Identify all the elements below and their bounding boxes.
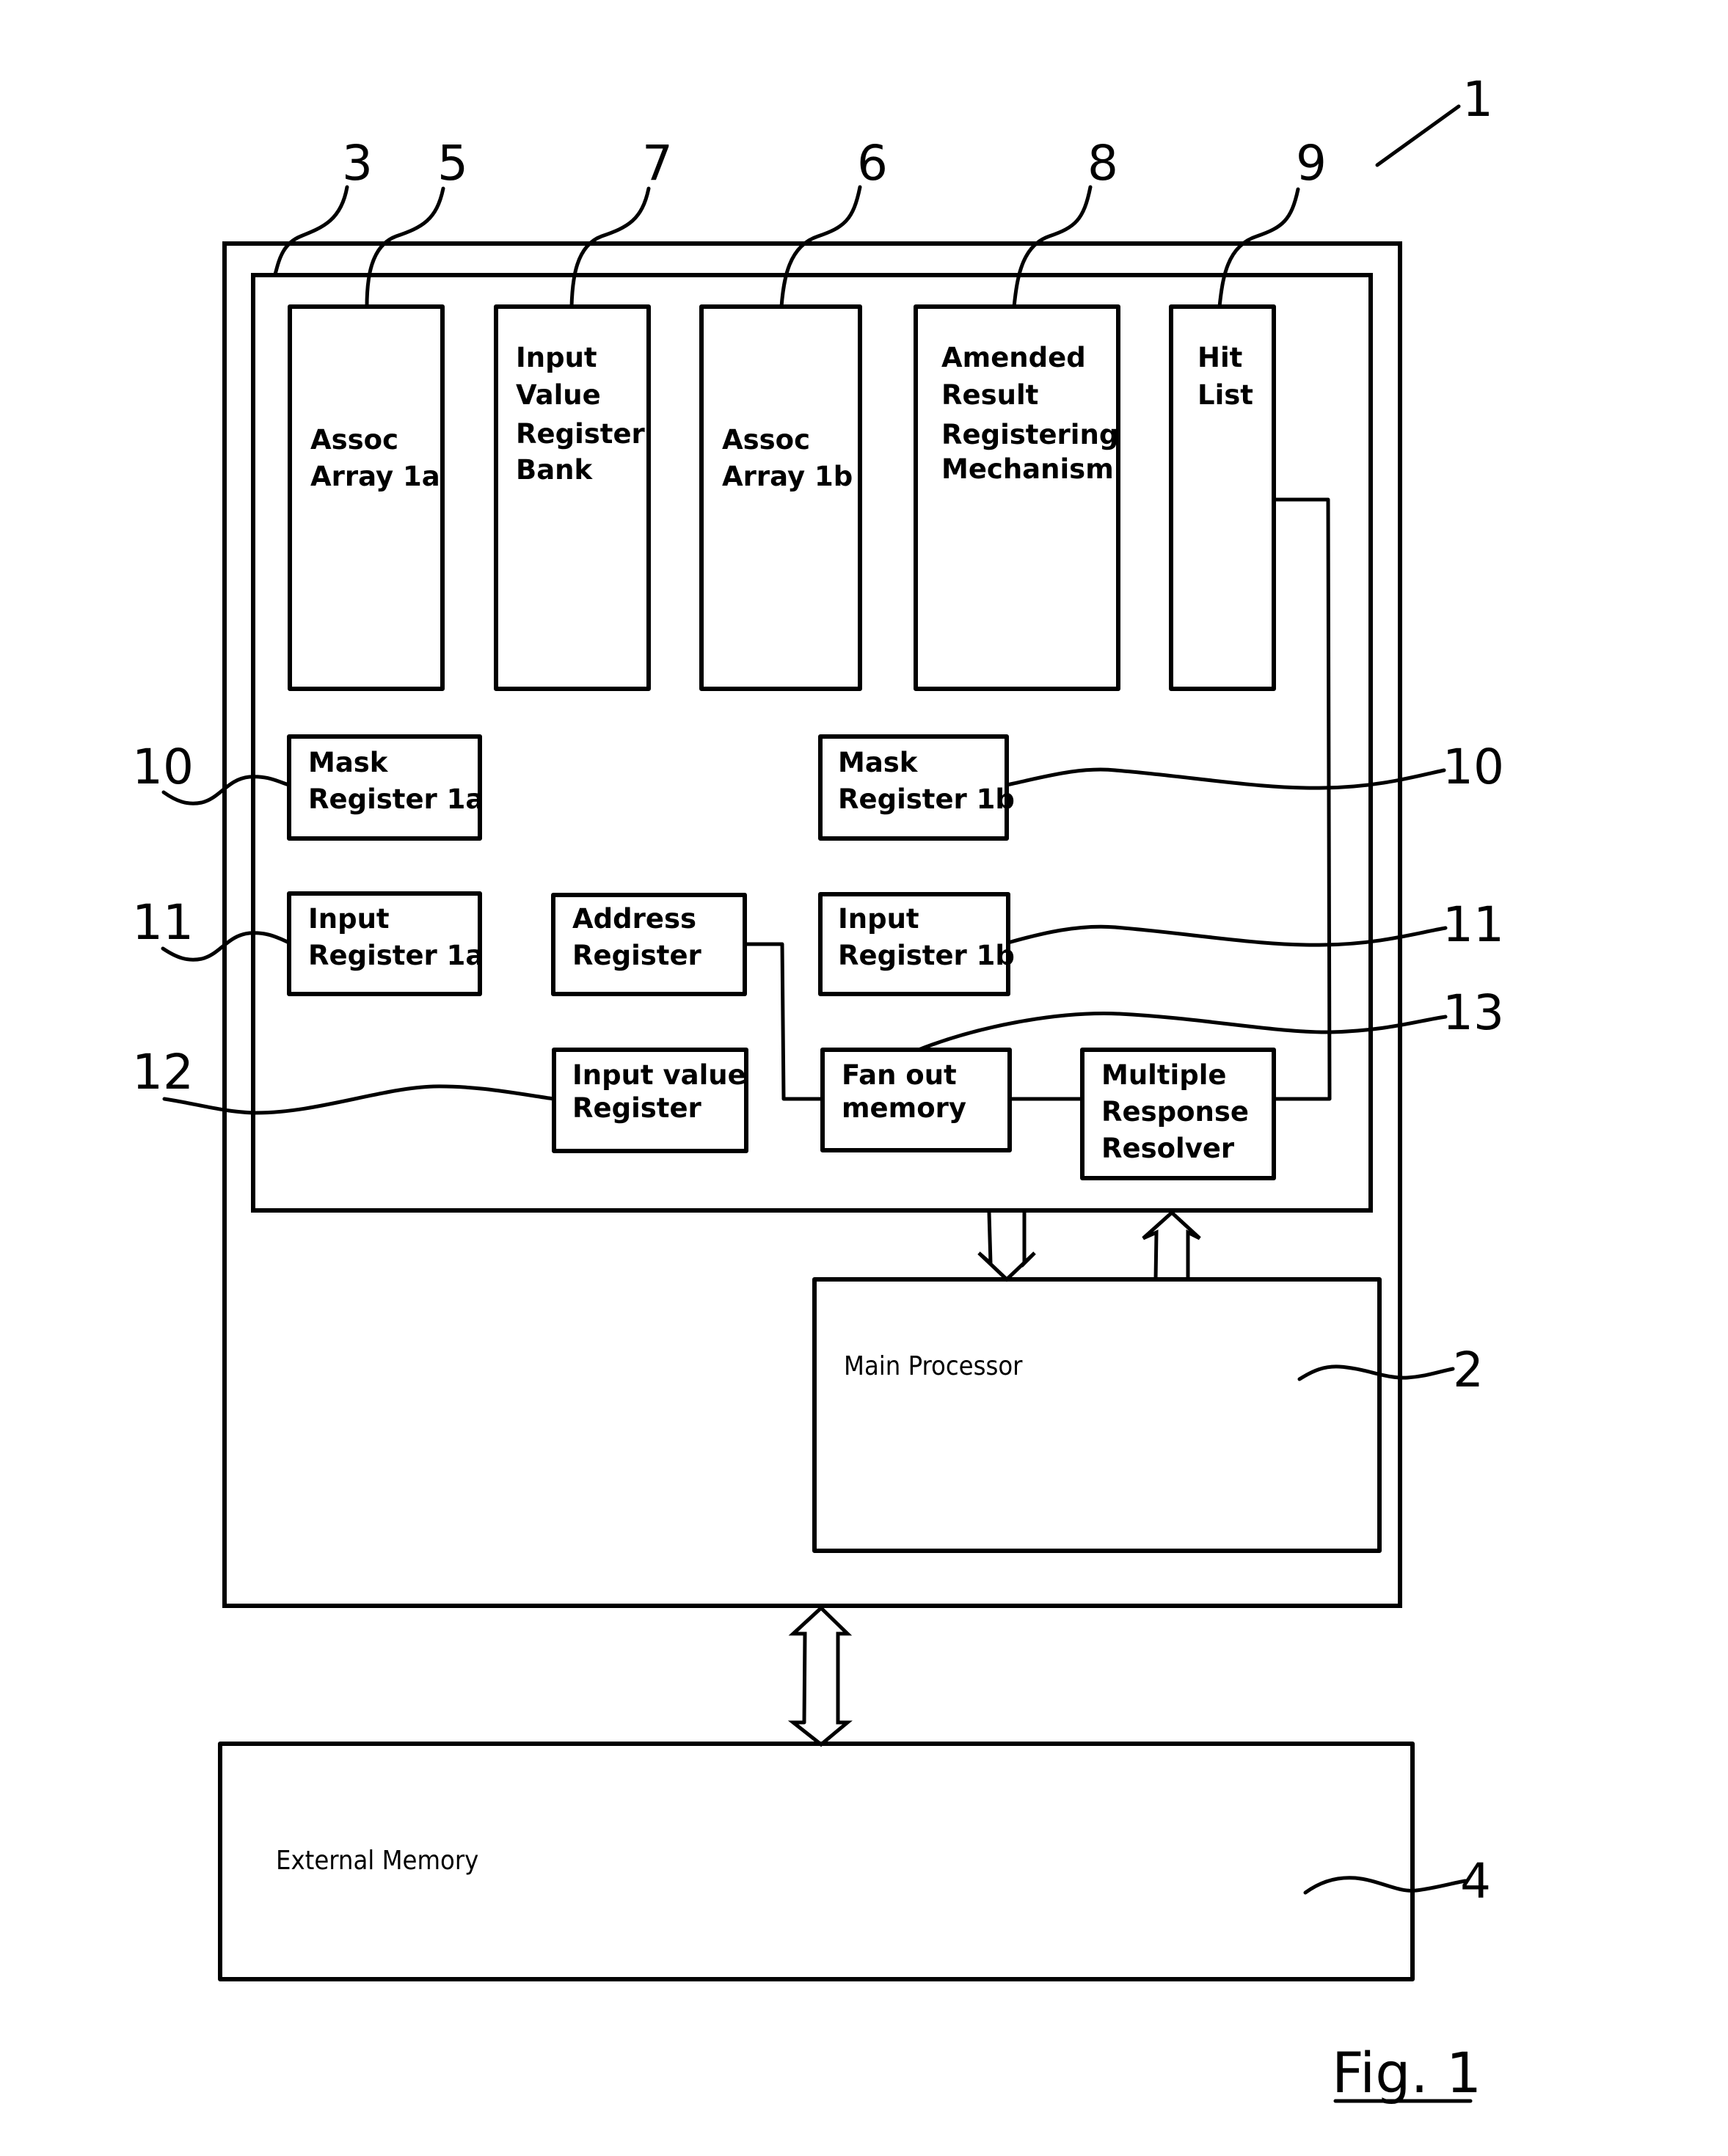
leader-5 [365, 186, 445, 309]
address-register-line1: Address [572, 903, 696, 935]
assoc-array-1b-line1: Assoc [722, 424, 810, 456]
double-arrow-icon [787, 1605, 853, 1747]
main-processor-box [812, 1277, 1382, 1553]
ref-numeral-11-left: 11 [132, 894, 194, 951]
hit-list-line2: List [1197, 379, 1253, 411]
mask-register-1a-line2: Register 1a [308, 783, 484, 815]
address-register: Address Register [551, 893, 747, 996]
assoc-array-1a-box [288, 304, 445, 691]
assoc-array-1a-line1: Assoc [310, 424, 398, 456]
mrr-line3: Resolver [1101, 1133, 1235, 1164]
ivrb-line2: Value [516, 379, 601, 411]
ref-numeral-10-left: 10 [132, 739, 194, 795]
input-register-1b-line2: Register 1b [838, 940, 1015, 971]
fan-out-memory: Fan out memory [820, 1048, 1012, 1152]
leader-13 [916, 1012, 1448, 1052]
block-diagram: Assoc Array 1a Input Value Register Bank… [132, 71, 1504, 2105]
hit-list: Hit List [1169, 304, 1276, 691]
input-value-register-line2: Register [572, 1092, 702, 1124]
main-processor-label: Main Processor [844, 1351, 1023, 1381]
ivrb-line3: Register [516, 418, 646, 450]
ivrb-line4: Bank [516, 454, 594, 486]
input-value-register-line1: Input value [572, 1059, 746, 1091]
input-value-register: Input value Register [552, 1048, 748, 1153]
leader-8 [1012, 185, 1093, 309]
mrr-line2: Response [1101, 1096, 1249, 1128]
address-register-line2: Register [572, 940, 702, 971]
amended-line1: Amended [941, 342, 1086, 373]
ref-numeral-5: 5 [437, 135, 468, 191]
leader-3 [273, 185, 349, 277]
amended-result-registering-mechanism: Amended Result Registering Mechanism [914, 304, 1120, 691]
ref-numeral-2: 2 [1453, 1342, 1484, 1398]
fan-out-memory-line1: Fan out [842, 1059, 957, 1091]
assoc-array-1b: Assoc Array 1b [699, 304, 862, 691]
amended-line4: Mechanism [941, 453, 1114, 485]
up-arrow-icon [1142, 1210, 1201, 1282]
assoc-array-1b-line2: Array 1b [722, 461, 853, 492]
bus-arrow-up [1142, 1210, 1201, 1282]
leader-4 [1303, 1876, 1468, 1895]
ref-numeral-9: 9 [1296, 135, 1327, 191]
bus-arrow-bidirectional [787, 1605, 853, 1747]
ref-numeral-12: 12 [132, 1044, 194, 1100]
leader-10-right [1005, 767, 1446, 790]
leader-11-right [1006, 924, 1448, 947]
amended-line3: Registering [941, 419, 1118, 450]
mask-register-1a-line1: Mask [308, 747, 389, 778]
amended-line2: Result [941, 379, 1038, 411]
mrr-to-hitlist-wire [1274, 497, 1332, 1101]
input-register-1b-line1: Input [838, 903, 919, 935]
leader-9 [1217, 187, 1300, 309]
main-processor: Main Processor [812, 1277, 1382, 1553]
input-register-1a-line1: Input [308, 903, 390, 935]
ref-numeral-8: 8 [1087, 135, 1118, 191]
mask-register-1b-line1: Mask [838, 747, 919, 778]
bus-arrow-down [977, 1210, 1036, 1282]
leader-6 [779, 185, 862, 309]
ref-numeral-13: 13 [1443, 984, 1504, 1041]
ref-numeral-7: 7 [642, 135, 673, 191]
leader-2 [1297, 1364, 1455, 1381]
address-to-fanout-wire [745, 942, 823, 1101]
leader-1 [1375, 104, 1461, 167]
ref-numeral-3: 3 [342, 135, 373, 191]
ivrb-line1: Input [516, 342, 597, 373]
input-register-1b: Input Register 1b [818, 892, 1015, 996]
external-memory: External Memory [218, 1742, 1415, 1981]
down-arrow-icon [977, 1210, 1036, 1282]
input-register-1a-line2: Register 1a [308, 940, 484, 971]
fan-out-memory-line2: memory [842, 1092, 966, 1124]
assoc-array-1b-box [699, 304, 862, 691]
multiple-response-resolver: Multiple Response Resolver [1080, 1048, 1276, 1180]
external-memory-label: External Memory [276, 1846, 478, 1876]
mask-register-1b-line2: Register 1b [838, 783, 1015, 815]
assoc-array-1a-line2: Array 1a [310, 461, 440, 492]
ref-numeral-6: 6 [857, 135, 888, 191]
ref-numeral-10-right: 10 [1443, 739, 1504, 795]
mask-register-1b: Mask Register 1b [818, 734, 1015, 841]
ref-numeral-4: 4 [1460, 1853, 1491, 1910]
assoc-array-1a: Assoc Array 1a [288, 304, 445, 691]
input-register-1a: Input Register 1a [287, 891, 484, 996]
leader-7 [569, 186, 651, 309]
figure-caption: Fig. 1 [1332, 2040, 1481, 2105]
hit-list-line1: Hit [1197, 342, 1242, 373]
ref-numeral-11-right: 11 [1443, 896, 1504, 953]
input-value-register-bank: Input Value Register Bank [494, 304, 651, 691]
mask-register-1a: Mask Register 1a [287, 734, 484, 841]
mrr-line1: Multiple [1101, 1059, 1226, 1091]
ref-numeral-1: 1 [1462, 71, 1493, 128]
